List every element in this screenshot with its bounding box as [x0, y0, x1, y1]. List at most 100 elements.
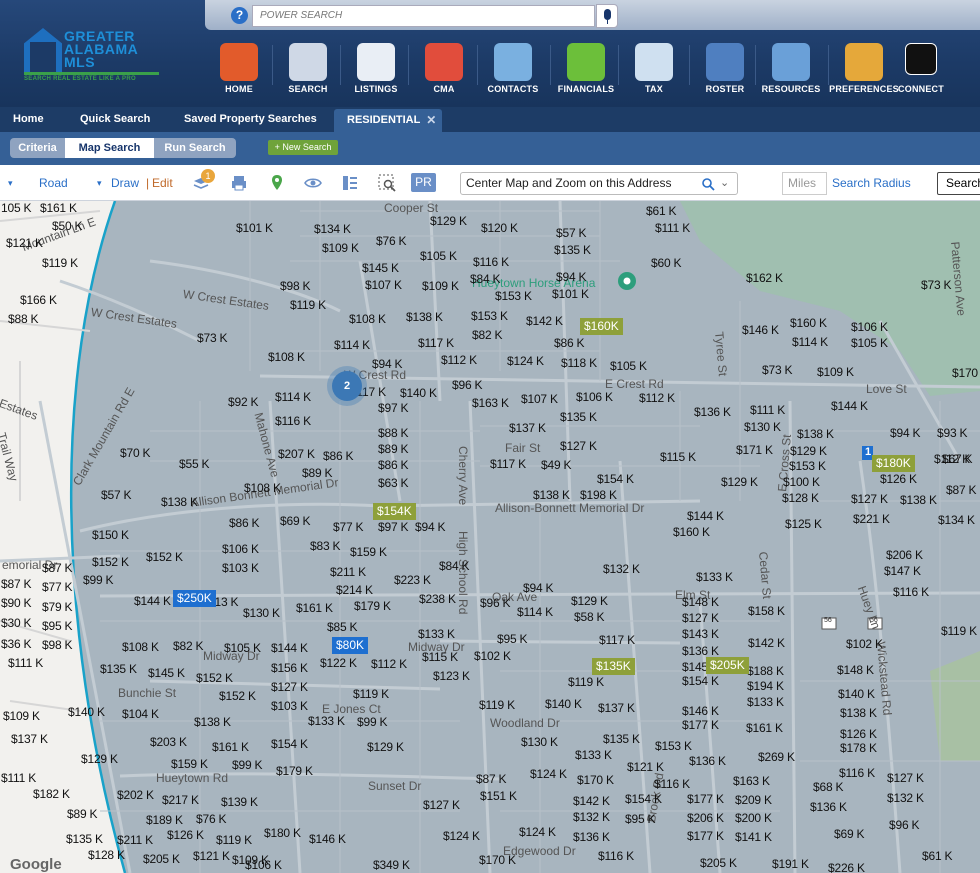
- listing-price[interactable]: $211 K: [117, 833, 153, 847]
- map-pin-icon[interactable]: [268, 174, 286, 192]
- listing-price[interactable]: $30 K: [1, 616, 32, 630]
- listing-price[interactable]: $209 K: [735, 793, 772, 807]
- listing-price[interactable]: $147 K: [884, 564, 921, 578]
- nav-home[interactable]: HOME: [204, 40, 274, 100]
- listing-price[interactable]: $135 K: [560, 410, 597, 424]
- listing-price[interactable]: $105 K: [851, 336, 888, 350]
- listing-price[interactable]: $99 K: [232, 758, 263, 772]
- listing-price[interactable]: $79 K: [42, 600, 73, 614]
- listing-price[interactable]: $87 K: [42, 561, 73, 575]
- listing-price[interactable]: $136 K: [694, 405, 731, 419]
- tab-quick-search[interactable]: Quick Search: [80, 107, 150, 132]
- listing-flag[interactable]: $154K: [373, 503, 416, 520]
- listing-price[interactable]: $127 K: [887, 771, 924, 785]
- listing-price[interactable]: $60 K: [651, 256, 682, 270]
- listing-price[interactable]: $153 K: [495, 289, 532, 303]
- listing-price[interactable]: $134 K: [314, 222, 351, 236]
- listing-price[interactable]: $117 K: [418, 336, 454, 350]
- listing-price[interactable]: $107 K: [365, 278, 402, 292]
- listing-price[interactable]: $89 K: [378, 442, 409, 456]
- listing-price[interactable]: $94 K: [415, 520, 446, 534]
- listing-price[interactable]: $144 K: [134, 594, 171, 608]
- listing-price[interactable]: $102 K: [846, 637, 883, 651]
- listing-price[interactable]: $57 K: [101, 488, 132, 502]
- listing-price[interactable]: $152 K: [92, 555, 129, 569]
- listing-price[interactable]: $205 K: [700, 856, 737, 870]
- listing-price[interactable]: $73 K: [197, 331, 228, 345]
- help-icon[interactable]: ?: [231, 7, 248, 24]
- listing-price[interactable]: $108 K: [349, 312, 386, 326]
- listing-price[interactable]: $88 K: [378, 426, 409, 440]
- print-icon[interactable]: [230, 174, 248, 192]
- map-search-tab[interactable]: Map Search: [65, 138, 154, 158]
- listing-price[interactable]: $133 K: [696, 570, 733, 584]
- listing-price[interactable]: $206 K: [886, 548, 923, 562]
- listing-price[interactable]: $152 K: [219, 689, 256, 703]
- listing-price[interactable]: $104 K: [122, 707, 159, 721]
- listing-price[interactable]: $112 K: [371, 657, 407, 671]
- listing-price[interactable]: $142 K: [748, 636, 785, 650]
- listing-price[interactable]: $177 K: [687, 829, 724, 843]
- listing-price[interactable]: $124 K: [507, 354, 544, 368]
- listing-price[interactable]: $221 K: [853, 512, 890, 526]
- nav-financials[interactable]: FINANCIALS: [551, 40, 621, 100]
- listing-price[interactable]: $108 K: [244, 481, 281, 495]
- listing-price[interactable]: $200 K: [735, 811, 772, 825]
- listing-price[interactable]: $84 K: [470, 272, 501, 286]
- listing-price[interactable]: $109 K: [3, 709, 40, 723]
- listing-price[interactable]: $130 K: [243, 606, 280, 620]
- listing-price[interactable]: $86 K: [554, 336, 585, 350]
- listing-price[interactable]: $214 K: [336, 583, 373, 597]
- listing-price[interactable]: $126 K: [840, 727, 877, 741]
- listing-price[interactable]: $166 K: [20, 293, 57, 307]
- edit-button[interactable]: Edit: [152, 176, 173, 190]
- listing-price[interactable]: $61 K: [922, 849, 953, 863]
- listing-price[interactable]: $140 K: [68, 705, 105, 719]
- listing-price[interactable]: $121 K: [6, 236, 43, 250]
- listing-price[interactable]: $115 K: [660, 450, 696, 464]
- listing-price[interactable]: $94 K: [556, 270, 587, 284]
- listing-flag[interactable]: $250K: [173, 590, 216, 607]
- listing-price[interactable]: $136 K: [682, 644, 719, 658]
- listing-price[interactable]: $217 K: [162, 793, 199, 807]
- listing-price[interactable]: $96 K: [452, 378, 483, 392]
- listing-price[interactable]: $198 K: [580, 488, 617, 502]
- listing-price[interactable]: $162 K: [746, 271, 783, 285]
- nav-listings[interactable]: LISTINGS: [341, 40, 411, 100]
- run-search-tab[interactable]: Run Search: [154, 138, 236, 158]
- listing-flag[interactable]: $135K: [592, 658, 635, 675]
- listing-price[interactable]: $89 K: [67, 807, 98, 821]
- listing-price[interactable]: $138 K: [194, 715, 231, 729]
- listing-price[interactable]: $94 K: [523, 581, 554, 595]
- listing-price[interactable]: $128 K: [88, 848, 125, 862]
- listing-price[interactable]: $109 K: [817, 365, 854, 379]
- listing-price[interactable]: $129 K: [571, 594, 608, 608]
- listing-price[interactable]: $146 K: [309, 832, 346, 846]
- listing-price[interactable]: $138 K: [797, 427, 834, 441]
- chevron-down-icon[interactable]: ▾: [8, 178, 13, 189]
- listing-price[interactable]: $178 K: [840, 741, 877, 755]
- listing-price[interactable]: $61 K: [646, 204, 677, 218]
- listing-price[interactable]: $154 K: [625, 792, 662, 806]
- listing-price[interactable]: $116 K: [473, 255, 509, 269]
- search-radius-button[interactable]: Search Radius: [832, 176, 911, 190]
- listing-price[interactable]: $76 K: [376, 234, 407, 248]
- listing-price[interactable]: $106 K: [576, 390, 613, 404]
- listing-price[interactable]: $153 K: [471, 309, 508, 323]
- listing-price[interactable]: $171 K: [736, 443, 773, 457]
- listing-price[interactable]: $57 K: [556, 226, 587, 240]
- listing-price[interactable]: $136 K: [689, 754, 726, 768]
- listing-price[interactable]: $154 K: [271, 737, 308, 751]
- nav-resources[interactable]: RESOURCES: [756, 40, 826, 100]
- listing-price[interactable]: $109 K: [322, 241, 359, 255]
- listing-price[interactable]: $67 K: [942, 452, 973, 466]
- listing-price[interactable]: $94 K: [890, 426, 921, 440]
- listing-price[interactable]: $179 K: [276, 764, 313, 778]
- listing-price[interactable]: $138 K: [533, 488, 570, 502]
- listing-price[interactable]: $132 K: [573, 810, 610, 824]
- listing-flag[interactable]: $205K: [706, 657, 749, 674]
- listing-price[interactable]: $180 K: [264, 826, 301, 840]
- listing-price[interactable]: $111 K: [1, 771, 36, 785]
- listing-price[interactable]: $134 K: [938, 513, 975, 527]
- listing-price[interactable]: $63 K: [378, 476, 409, 490]
